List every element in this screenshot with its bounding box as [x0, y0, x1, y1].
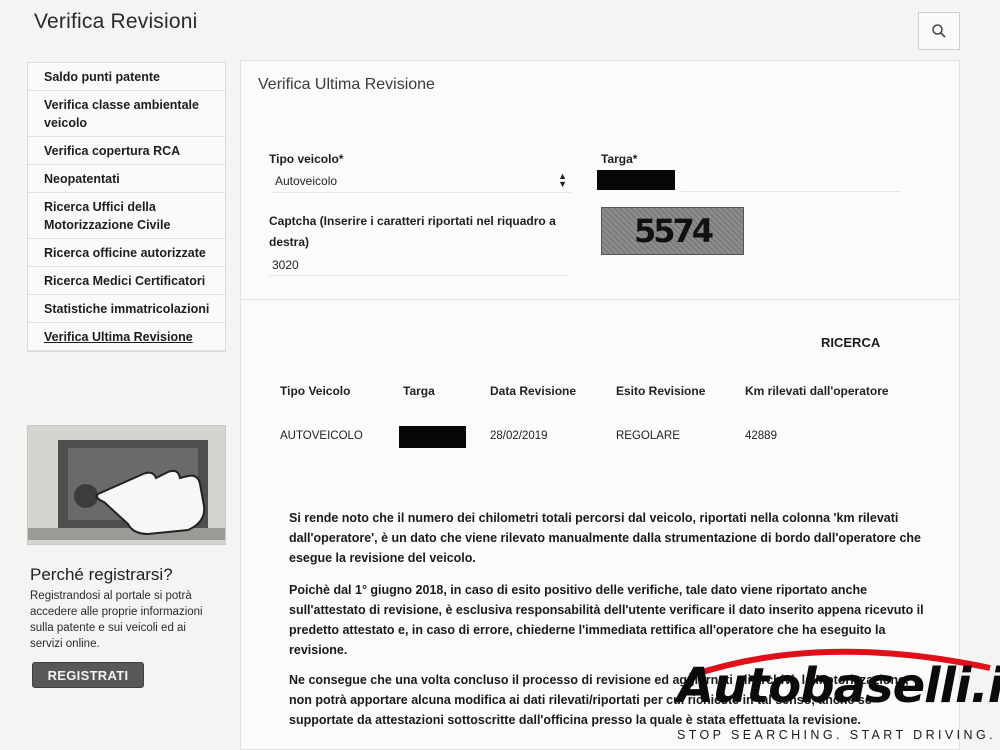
captcha-image-text: 5574	[633, 212, 714, 250]
captcha-label: Captcha (Inserire i caratteri riportati …	[269, 214, 556, 249]
sidebar-item-ultima-revisione[interactable]: Verifica Ultima Revisione	[28, 323, 225, 351]
select-arrows-icon: ▲ ▼	[558, 171, 567, 189]
sidebar-item-officine[interactable]: Ricerca officine autorizzate	[28, 239, 225, 267]
cell-esito: REGOLARE	[616, 430, 680, 442]
sidebar-item-uffici-motorizzazione[interactable]: Ricerca Uffici della Motorizzazione Civi…	[28, 193, 225, 239]
sidebar-item-copertura-rca[interactable]: Verifica copertura RCA	[28, 137, 225, 165]
col-header-targa: Targa	[403, 384, 435, 398]
targa-label: Targa*	[601, 152, 638, 166]
promo-illustration	[27, 425, 226, 545]
register-button[interactable]: REGISTRATI	[32, 662, 144, 688]
col-header-km: Km rilevati dall'operatore	[745, 384, 889, 398]
laptop-hand-icon	[28, 426, 225, 544]
section-title: Verifica Ultima Revisione	[258, 76, 435, 93]
search-button[interactable]	[918, 12, 960, 50]
cell-data: 28/02/2019	[490, 430, 548, 442]
ricerca-button[interactable]: RICERCA	[821, 335, 880, 350]
search-form-panel: Verifica Ultima Revisione Tipo veicolo* …	[240, 60, 960, 300]
sidebar-item-statistiche[interactable]: Statistiche immatricolazioni	[28, 295, 225, 323]
cell-tipo: AUTOVEICOLO	[280, 430, 363, 442]
targa-input-redacted[interactable]	[597, 170, 675, 190]
watermark-tagline: STOP SEARCHING. START DRIVING.	[677, 728, 996, 742]
col-header-data: Data Revisione	[490, 384, 577, 398]
tipo-veicolo-label: Tipo veicolo*	[269, 152, 344, 166]
captcha-underline	[269, 275, 569, 276]
captcha-input[interactable]: 3020	[272, 258, 299, 272]
cell-km: 42889	[745, 430, 777, 442]
sidebar-item-saldo-punti[interactable]: Saldo punti patente	[28, 63, 225, 91]
targa-underline	[681, 191, 901, 192]
sidebar-item-classe-ambientale[interactable]: Verifica classe ambientale veicolo	[28, 91, 225, 137]
watermark-logo: Autobaselli.it STOP SEARCHING. START DRI…	[670, 640, 1000, 750]
sidebar-item-neopatentati[interactable]: Neopatentati	[28, 165, 225, 193]
col-header-esito: Esito Revisione	[616, 384, 706, 398]
page-title: Verifica Revisioni	[34, 10, 198, 33]
note-paragraph-1: Si rende noto che il numero dei chilomet…	[289, 511, 921, 565]
col-header-tipo: Tipo Veicolo	[280, 384, 351, 398]
cell-targa-redacted	[399, 426, 466, 448]
captcha-image: 5574	[601, 207, 744, 255]
watermark-brand: Autobaselli.it	[677, 658, 1000, 714]
promo-text: Registrandosi al portale si potrà accede…	[30, 590, 203, 650]
tipo-veicolo-value: Autoveicolo	[275, 174, 338, 188]
sidebar-item-medici[interactable]: Ricerca Medici Certificatori	[28, 267, 225, 295]
sidebar-menu: Saldo punti patente Verifica classe ambi…	[27, 62, 226, 352]
tipo-veicolo-select[interactable]: Autoveicolo ▲ ▼	[271, 169, 571, 193]
search-icon	[932, 24, 946, 38]
promo-title: Perché registrarsi?	[30, 565, 173, 584]
